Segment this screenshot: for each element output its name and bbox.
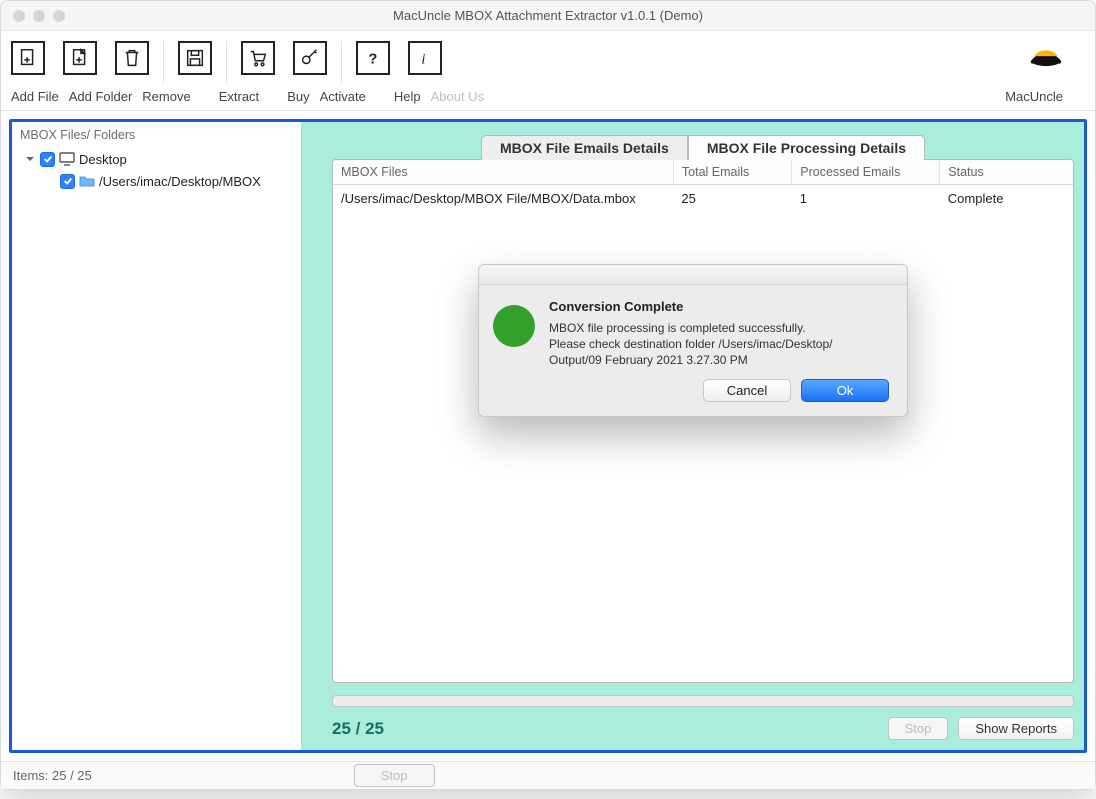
main-frame: MBOX Files/ Folders Desktop	[9, 119, 1087, 753]
svg-text:i: i	[421, 52, 425, 68]
dialog-title: Conversion Complete	[549, 299, 832, 314]
cell-total: 25	[673, 185, 791, 213]
child-checkbox[interactable]	[60, 174, 75, 189]
label-help: Help	[394, 89, 421, 104]
label-add-folder: Add Folder	[69, 89, 133, 104]
label-add-file: Add File	[11, 89, 59, 104]
buy-button[interactable]	[241, 41, 275, 75]
show-reports-button[interactable]: Show Reports	[958, 717, 1074, 740]
root-checkbox[interactable]	[40, 152, 55, 167]
conversion-complete-dialog: Conversion Complete MBOX file processing…	[478, 264, 908, 417]
info-icon: i	[414, 47, 436, 69]
root-label: Desktop	[79, 152, 127, 167]
label-activate: Activate	[320, 89, 366, 104]
progress-counter: 25 / 25	[332, 719, 384, 739]
app-window: MacUncle MBOX Attachment Extractor v1.0.…	[0, 0, 1096, 790]
content: MBOX Files/ Folders Desktop	[1, 111, 1095, 761]
table-row: /Users/imac/Desktop/MBOX File/MBOX/Data.…	[333, 185, 1073, 213]
file-tree: Desktop /Users/imac/Desktop/MBOX	[12, 148, 301, 192]
success-icon	[493, 305, 535, 347]
cell-status: Complete	[940, 185, 1073, 213]
extract-button[interactable]	[178, 41, 212, 75]
label-buy: Buy	[287, 89, 309, 104]
activate-button[interactable]	[293, 41, 327, 75]
macuncle-logo-icon	[1027, 39, 1065, 77]
window-title: MacUncle MBOX Attachment Extractor v1.0.…	[1, 8, 1095, 23]
dialog-titlebar	[479, 265, 907, 285]
dialog-message-2: Please check destination folder /Users/i…	[549, 336, 832, 352]
main-panel: MBOX File Emails Details MBOX File Proce…	[302, 122, 1084, 750]
dialog-cancel-button[interactable]: Cancel	[703, 379, 791, 402]
brand-logo	[1027, 39, 1065, 77]
trash-icon	[121, 47, 143, 69]
label-remove: Remove	[142, 89, 190, 104]
tabs: MBOX File Emails Details MBOX File Proce…	[332, 134, 1074, 159]
add-file-button[interactable]	[11, 41, 45, 75]
cart-icon	[247, 47, 269, 69]
sidebar-header: MBOX Files/ Folders	[12, 122, 301, 148]
save-icon	[184, 47, 206, 69]
toolbar-labels: Add File Add Folder Remove Extract Buy A…	[1, 83, 1095, 111]
dialog-message-1: MBOX file processing is completed succes…	[549, 320, 832, 336]
add-file-icon	[17, 47, 39, 69]
th-processed: Processed Emails	[792, 160, 940, 185]
help-icon: ?	[362, 47, 384, 69]
toolbar: ? i	[1, 31, 1095, 83]
tab-emails-details[interactable]: MBOX File Emails Details	[481, 135, 688, 160]
th-status: Status	[940, 160, 1073, 185]
cell-processed: 1	[792, 185, 940, 213]
processing-table: MBOX Files Total Emails Processed Emails…	[332, 159, 1074, 683]
cell-file: /Users/imac/Desktop/MBOX File/MBOX/Data.…	[333, 185, 673, 213]
about-us-button[interactable]: i	[408, 41, 442, 75]
status-stop-button: Stop	[354, 764, 435, 787]
label-extract: Extract	[219, 89, 259, 104]
stop-button: Stop	[888, 717, 949, 740]
dialog-ok-button[interactable]: Ok	[801, 379, 889, 402]
sidebar: MBOX Files/ Folders Desktop	[12, 122, 302, 750]
remove-button[interactable]	[115, 41, 149, 75]
desktop-icon	[59, 151, 75, 167]
help-button[interactable]: ?	[356, 41, 390, 75]
status-items: Items: 25 / 25	[13, 768, 92, 783]
tree-root-row[interactable]: Desktop	[12, 148, 301, 170]
dialog-message-3: Output/09 February 2021 3.27.30 PM	[549, 352, 832, 368]
th-files: MBOX Files	[333, 160, 673, 185]
svg-text:?: ?	[368, 52, 377, 68]
child-label: /Users/imac/Desktop/MBOX	[99, 174, 261, 189]
tab-processing-details[interactable]: MBOX File Processing Details	[688, 135, 925, 160]
th-total: Total Emails	[673, 160, 791, 185]
statusbar: Items: 25 / 25 Stop	[1, 761, 1095, 789]
label-about-us: About Us	[431, 89, 484, 104]
bottom-row: 25 / 25 Stop Show Reports	[332, 717, 1074, 740]
chevron-down-icon[interactable]	[24, 153, 36, 165]
add-folder-icon	[69, 47, 91, 69]
add-folder-button[interactable]	[63, 41, 97, 75]
brand-name: MacUncle	[1005, 89, 1063, 104]
titlebar: MacUncle MBOX Attachment Extractor v1.0.…	[1, 1, 1095, 31]
folder-icon	[79, 173, 95, 189]
key-icon	[299, 47, 321, 69]
progress-bar	[332, 695, 1074, 707]
tree-child-row[interactable]: /Users/imac/Desktop/MBOX	[12, 170, 301, 192]
